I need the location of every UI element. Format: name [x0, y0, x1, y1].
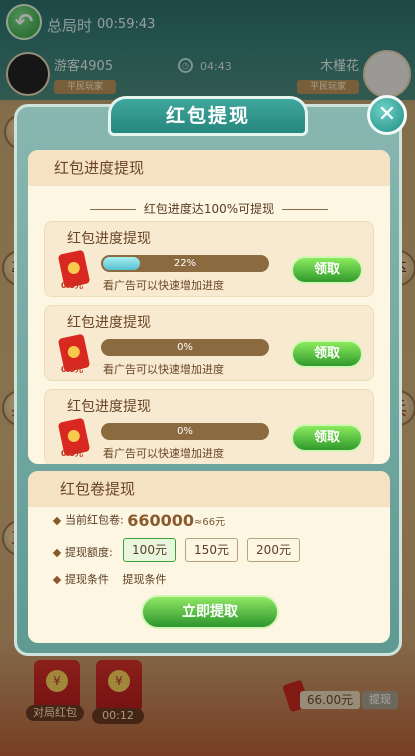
amount-row: 提现额度: — [52, 544, 113, 560]
card-title: 红包进度提现 — [67, 399, 151, 415]
progress-bar: 22% — [101, 255, 269, 272]
condition-row: 提现条件 提现条件 — [52, 571, 167, 587]
diamond-icon — [52, 516, 62, 525]
close-icon[interactable]: ✕ — [367, 95, 407, 135]
card-title: 红包进度提现 — [67, 231, 151, 247]
amount-option-200[interactable]: 200元 — [247, 538, 300, 562]
card-desc: 看广告可以快速增加进度 — [103, 363, 224, 376]
diamond-icon — [52, 548, 62, 558]
condition-label: 提现条件 — [65, 573, 109, 586]
progress-bar: 0% — [101, 339, 269, 356]
coupon-section-header: 红包卷提现 — [28, 471, 390, 507]
submit-withdraw-button[interactable]: 立即提取 — [141, 595, 279, 629]
balance-row: 当前红包卷: 660000≈66元 — [52, 511, 226, 530]
balance-value: 660000 — [127, 511, 195, 530]
condition-value: 提现条件 — [122, 573, 167, 586]
progress-section: 红包进度提现 红包进度达100%可提现 红包进度提现 0.3元 22% 看广告可… — [28, 150, 390, 464]
progress-text: 0% — [177, 426, 193, 437]
card-amount: 0.3元 — [61, 449, 84, 458]
progress-hint: 红包进度达100%可提现 — [28, 200, 390, 217]
card-amount: 0.3元 — [61, 281, 84, 290]
card-amount: 0.3元 — [61, 365, 84, 374]
amount-option-150[interactable]: 150元 — [185, 538, 238, 562]
balance-label: 当前红包卷: — [65, 513, 124, 527]
diamond-icon — [52, 575, 62, 585]
progress-text: 22% — [173, 258, 197, 269]
card-desc: 看广告可以快速增加进度 — [103, 447, 224, 460]
progress-card: 红包进度提现 0.3元 22% 看广告可以快速增加进度 领取 — [44, 221, 374, 297]
balance-approx: ≈66元 — [194, 517, 226, 528]
progress-bar: 0% — [101, 423, 269, 440]
progress-section-header: 红包进度提现 — [28, 150, 390, 186]
card-desc: 看广告可以快速增加进度 — [103, 279, 224, 292]
claim-button[interactable]: 领取 — [291, 424, 363, 452]
card-title: 红包进度提现 — [67, 315, 151, 331]
amount-option-100[interactable]: 100元 — [123, 538, 176, 562]
amount-label: 提现额度: — [65, 546, 113, 559]
claim-button[interactable]: 领取 — [291, 256, 363, 284]
progress-card: 红包进度提现 0.3元 0% 看广告可以快速增加进度 领取 — [44, 389, 374, 464]
progress-card: 红包进度提现 0.3元 0% 看广告可以快速增加进度 领取 — [44, 305, 374, 381]
claim-button[interactable]: 领取 — [291, 340, 363, 368]
progress-text: 0% — [177, 342, 193, 353]
modal-title: 红包提现 — [108, 96, 308, 136]
